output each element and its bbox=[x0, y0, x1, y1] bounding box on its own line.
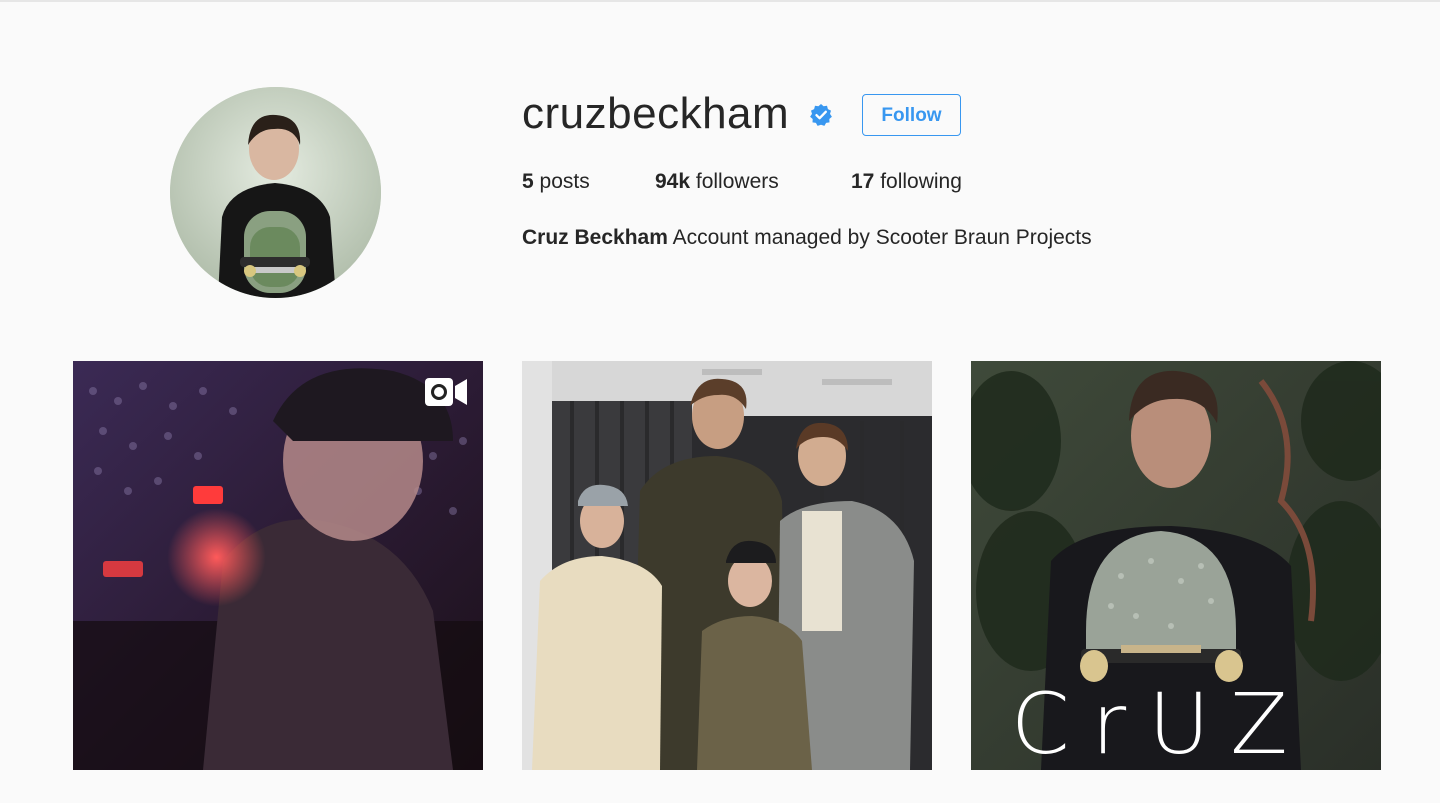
verified-badge-icon bbox=[810, 104, 832, 126]
posts-count-stat: 5 posts bbox=[522, 169, 590, 195]
followers-count: 94k bbox=[655, 170, 691, 193]
post-thumbnail-2[interactable] bbox=[522, 361, 932, 770]
following-count: 17 bbox=[851, 170, 875, 193]
post-thumbnail-3[interactable]: CrUZ bbox=[971, 361, 1381, 770]
posts-count: 5 bbox=[522, 170, 534, 193]
post-overlay-text: CrUZ bbox=[1011, 675, 1310, 770]
followers-stat-link[interactable]: 94k followers bbox=[655, 169, 779, 195]
followers-label: followers bbox=[690, 170, 779, 193]
profile-header: cruzbeckham Follow 5 posts 94k followers… bbox=[0, 0, 1440, 340]
posts-label: posts bbox=[533, 170, 590, 193]
profile-full-name: Cruz Beckham bbox=[522, 226, 668, 249]
follow-button[interactable]: Follow bbox=[862, 94, 961, 136]
video-camera-icon bbox=[425, 378, 467, 406]
profile-username: cruzbeckham bbox=[522, 89, 790, 138]
following-stat-link[interactable]: 17 following bbox=[851, 169, 962, 195]
profile-avatar[interactable] bbox=[170, 87, 381, 298]
following-label: following bbox=[874, 170, 962, 193]
profile-bio-text: Account managed by Scooter Braun Project… bbox=[667, 226, 1092, 249]
post-thumbnail-1[interactable] bbox=[73, 361, 483, 770]
profile-bio: Cruz Beckham Account managed by Scooter … bbox=[522, 225, 1092, 251]
